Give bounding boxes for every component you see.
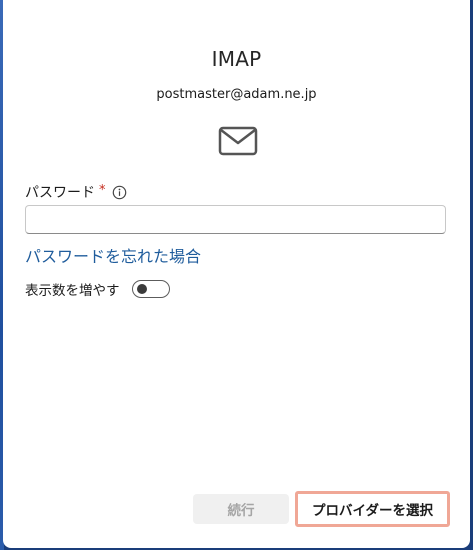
password-label-row: パスワード * bbox=[25, 182, 127, 202]
show-more-label: 表示数を増やす bbox=[25, 283, 120, 299]
imap-account-dialog: IMAP postmaster@adam.ne.jp パスワード * パスワード… bbox=[3, 0, 470, 548]
dialog-title: IMAP bbox=[211, 47, 262, 71]
show-more-toggle[interactable] bbox=[131, 280, 170, 298]
account-email: postmaster@adam.ne.jp bbox=[156, 87, 317, 102]
password-input[interactable] bbox=[25, 205, 446, 234]
password-label: パスワード bbox=[25, 185, 95, 201]
choose-provider-button[interactable]: プロバイダーを選択 bbox=[295, 491, 450, 527]
required-marker: * bbox=[99, 182, 106, 198]
choose-provider-label: プロバイダーを選択 bbox=[312, 503, 433, 519]
continue-button[interactable]: 続行 bbox=[193, 494, 289, 524]
info-icon[interactable] bbox=[112, 185, 127, 200]
forgot-password-link[interactable]: パスワードを忘れた場合 bbox=[25, 243, 201, 267]
toggle-knob bbox=[136, 284, 147, 294]
mail-envelope-icon bbox=[218, 126, 258, 160]
show-more-row: 表示数を増やす bbox=[25, 279, 170, 299]
